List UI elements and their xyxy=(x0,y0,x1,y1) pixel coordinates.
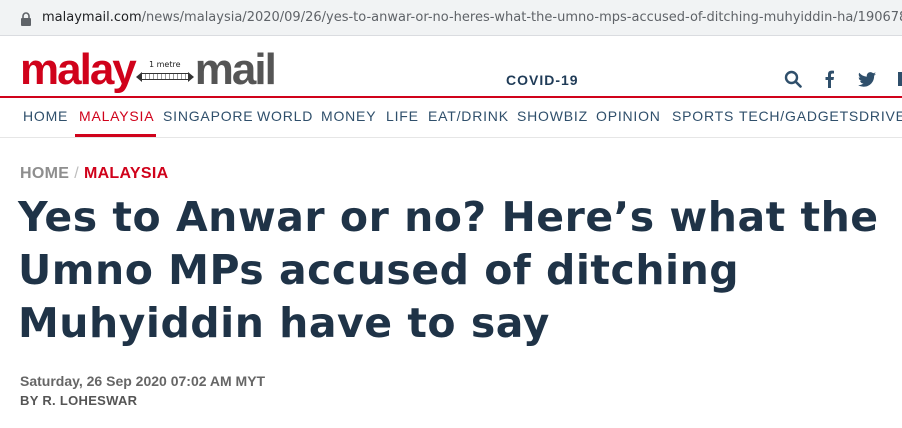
ruler-arrow-right xyxy=(187,72,194,82)
article-byline: BY R. LOHESWAR xyxy=(20,393,138,408)
facebook-icon[interactable] xyxy=(818,68,840,90)
nav-item-sports[interactable]: SPORTS xyxy=(672,108,734,124)
headline-line: Muhyiddin have to say xyxy=(18,299,550,347)
breadcrumb: HOME / MALAYSIA xyxy=(20,165,168,183)
ruler-bar xyxy=(140,73,189,80)
nav-item-showbiz[interactable]: SHOWBIZ xyxy=(517,108,588,124)
article-headline: Yes to Anwar or no? Here’s what the Umno… xyxy=(18,191,902,350)
nav-item-money[interactable]: MONEY xyxy=(321,108,376,124)
breadcrumb-separator: / xyxy=(74,165,79,182)
nav-active-indicator xyxy=(75,134,156,137)
search-icon[interactable] xyxy=(782,68,804,90)
nav-item-eat-drink[interactable]: EAT/DRINK xyxy=(428,108,509,124)
logo-ruler-text: 1 metre xyxy=(149,60,181,69)
twitter-icon[interactable] xyxy=(856,68,878,90)
nav-item-tech-gadgets[interactable]: TECH/GADGETS xyxy=(739,108,859,124)
more-icon[interactable] xyxy=(890,68,902,90)
lock-icon[interactable] xyxy=(20,11,32,26)
nav-item-singapore[interactable]: SINGAPORE xyxy=(163,108,253,124)
covid-link[interactable]: COVID-19 xyxy=(506,72,579,88)
masthead: malay 1 metre mail COVID-19 xyxy=(0,36,902,98)
logo-mail: mail xyxy=(194,45,277,94)
breadcrumb-home[interactable]: HOME xyxy=(20,165,69,182)
nav-item-drive[interactable]: DRIVE xyxy=(859,108,902,124)
nav-item-malaysia[interactable]: MALAYSIA xyxy=(79,108,154,124)
headline-line: Yes to Anwar or no? Here’s what the xyxy=(18,193,879,241)
url-domain: malaymail.com xyxy=(42,10,142,25)
nav-item-home[interactable]: HOME xyxy=(23,108,68,124)
url-path: /news/malaysia/2020/09/26/yes-to-anwar-o… xyxy=(141,10,902,25)
breadcrumb-section[interactable]: MALAYSIA xyxy=(84,165,169,182)
site-logo[interactable]: malay 1 metre mail xyxy=(20,44,277,94)
nav-item-opinion[interactable]: OPINION xyxy=(596,108,661,124)
headline-line: Umno MPs accused of ditching xyxy=(18,246,740,294)
address-bar[interactable]: malaymail.com/news/malaysia/2020/09/26/y… xyxy=(0,0,902,36)
nav-item-world[interactable]: WORLD xyxy=(257,108,313,124)
logo-malay: malay xyxy=(20,45,137,94)
ruler-icon: 1 metre xyxy=(135,50,194,90)
nav-item-life[interactable]: LIFE xyxy=(386,108,419,124)
article-date: Saturday, 26 Sep 2020 07:02 AM MYT xyxy=(20,373,266,389)
main-nav: HOME MALAYSIA SINGAPORE WORLD MONEY LIFE… xyxy=(0,98,902,138)
